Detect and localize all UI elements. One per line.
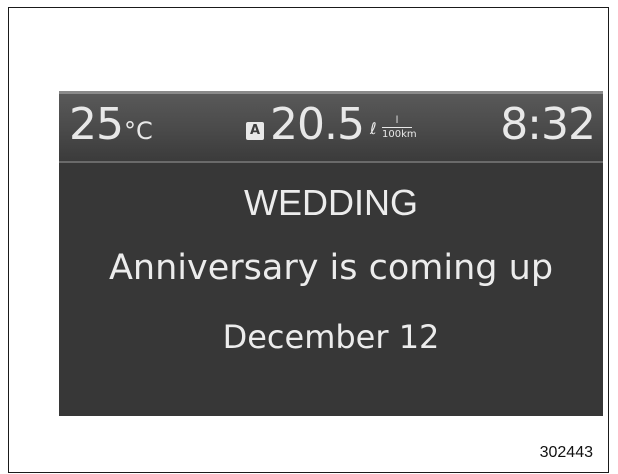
message-date: December 12 (222, 318, 440, 356)
fuel-unit-prefix: ℓ (370, 119, 377, 138)
message-body: Anniversary is coming up (108, 248, 554, 288)
fuel-unit-bottom: 100km (382, 129, 417, 140)
status-bar: 25°C A 20.5 ℓ l 100km 8:32 (59, 91, 603, 163)
temperature-unit: °C (124, 117, 153, 145)
display-screen: 25°C A 20.5 ℓ l 100km 8:32 WEDDING Anniv… (59, 91, 603, 416)
fraction-bar (382, 127, 412, 128)
fuel-unit-fraction: l 100km (382, 115, 417, 140)
figure-code: 302443 (539, 444, 593, 461)
message-title: WEDDING (244, 182, 418, 223)
figure-frame: 25°C A 20.5 ℓ l 100km 8:32 WEDDING Anniv… (8, 7, 609, 473)
average-icon: A (246, 122, 264, 140)
clock: 8:32 (500, 99, 596, 150)
fuel-economy-value: 20.5 (270, 99, 365, 150)
temperature-value: 25 (69, 99, 124, 150)
outside-temperature: 25°C (69, 103, 153, 147)
status-bar-highlight (59, 91, 603, 94)
fuel-unit-top: l (395, 115, 399, 126)
